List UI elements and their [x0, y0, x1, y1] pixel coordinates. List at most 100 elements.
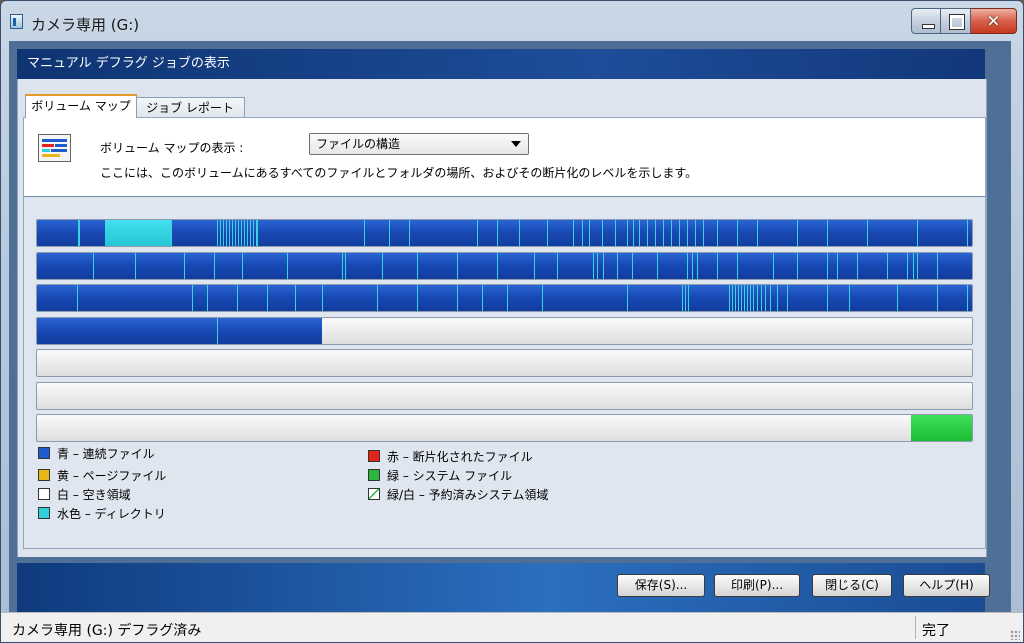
- directory-tick: [457, 252, 458, 279]
- directory-tick: [223, 220, 224, 246]
- directory-tick: [226, 220, 227, 246]
- volume-map-row: [36, 219, 973, 247]
- directory-tick: [717, 220, 718, 246]
- directory-tick: [409, 220, 410, 246]
- directory-tick: [735, 285, 736, 311]
- directory-tick: [364, 220, 365, 246]
- volume-map: [36, 219, 973, 447]
- legend-swatch: [38, 507, 50, 519]
- help-button[interactable]: ヘルプ(H): [903, 574, 990, 597]
- directory-tick: [345, 252, 346, 279]
- system-files-segment: [911, 415, 972, 441]
- status-divider: [915, 616, 916, 639]
- contiguous-files-segment: [37, 220, 972, 246]
- contiguous-files-segment: [37, 252, 972, 279]
- directory-tick: [917, 252, 918, 279]
- directory-tick: [322, 285, 323, 311]
- directory-tick: [542, 285, 543, 311]
- minimize-button[interactable]: [911, 8, 941, 34]
- legend-item: 緑 – システム ファイル: [368, 469, 512, 483]
- directory-tick: [741, 285, 742, 311]
- print-button[interactable]: 印刷(P)...: [714, 574, 800, 597]
- directory-tick: [685, 285, 686, 311]
- close-window-button[interactable]: ✕: [971, 8, 1017, 34]
- legend-item: 赤 – 断片化されたファイル: [368, 450, 533, 464]
- directory-tick: [597, 252, 598, 279]
- directory-tick: [217, 220, 218, 246]
- directory-tick: [244, 220, 245, 246]
- directory-tick: [342, 252, 343, 279]
- directory-tick: [247, 220, 248, 246]
- directory-tick: [657, 252, 658, 279]
- directory-tick: [687, 220, 688, 246]
- legend: 青 – 連続ファイル 黄 – ページファイル 白 – 空き領域 水色 – ディレ…: [38, 447, 968, 537]
- save-button[interactable]: 保存(S)...: [617, 574, 705, 597]
- directory-tick: [682, 285, 683, 311]
- tab-volume-map[interactable]: ボリューム マップ: [25, 94, 137, 118]
- directory-tick: [217, 317, 218, 344]
- directory-tick: [457, 285, 458, 311]
- directory-tick: [617, 252, 618, 279]
- window-icon: [10, 14, 23, 29]
- legend-item: 緑/白 – 予約済みシステム領域: [368, 488, 548, 502]
- volume-map-icon: [38, 134, 71, 162]
- directory-tick: [907, 252, 908, 279]
- legend-item: 白 – 空き領域: [38, 488, 131, 502]
- view-label: ボリューム マップの表示 :: [100, 141, 244, 155]
- directory-tick: [627, 220, 628, 246]
- maximize-button[interactable]: [941, 8, 971, 34]
- volume-map-row: [36, 284, 973, 312]
- tab-job-report[interactable]: ジョブ レポート: [135, 97, 245, 119]
- directory-tick: [632, 252, 633, 279]
- directory-tick: [770, 285, 771, 311]
- directory-tick: [267, 285, 268, 311]
- directory-tick: [737, 252, 738, 279]
- directory-tick: [639, 220, 640, 246]
- status-bar: カメラ専用 (G:) デフラグ済み 完了: [1, 612, 1023, 642]
- directory-tick: [967, 285, 968, 311]
- directory-tick: [827, 285, 828, 311]
- directory-tick: [615, 220, 616, 246]
- directory-tick: [687, 252, 688, 279]
- directory-tick: [937, 285, 938, 311]
- directory-tick: [477, 220, 478, 246]
- directory-tick: [671, 220, 672, 246]
- directory-tick: [192, 285, 193, 311]
- directory-tick: [573, 220, 574, 246]
- directory-tick: [692, 252, 693, 279]
- title-bar[interactable]: カメラ専用 (G:) ✕: [1, 1, 1023, 41]
- resize-grip[interactable]: [1010, 630, 1020, 640]
- directory-tick: [417, 285, 418, 311]
- directory-tick: [603, 252, 604, 279]
- directory-tick: [897, 285, 898, 311]
- legend-swatch: [368, 469, 380, 481]
- view-select[interactable]: ファイルの構造: [309, 133, 529, 155]
- volume-map-row: [36, 316, 973, 345]
- status-state: 完了: [922, 623, 950, 639]
- directory-tick: [214, 252, 215, 279]
- directory-tick: [135, 252, 136, 279]
- directory-tick: [77, 285, 78, 311]
- directory-tick: [867, 220, 868, 246]
- directory-tick: [757, 220, 758, 246]
- chevron-down-icon: [511, 141, 521, 147]
- directory-tick: [547, 220, 548, 246]
- directory-tick: [744, 285, 745, 311]
- directory-tick: [235, 220, 236, 246]
- close-button[interactable]: 閉じる(C): [812, 574, 892, 597]
- directory-tick: [382, 252, 383, 279]
- volume-map-row: [36, 251, 973, 280]
- directory-tick: [837, 252, 838, 279]
- directory-tick: [229, 220, 230, 246]
- directory-tick: [773, 252, 774, 279]
- directory-tick: [232, 220, 233, 246]
- status-text: カメラ専用 (G:) デフラグ済み: [12, 623, 202, 639]
- contiguous-files-segment: [37, 285, 972, 311]
- directory-tick: [827, 220, 828, 246]
- directory-tick: [679, 220, 680, 246]
- directory-tick: [519, 220, 520, 246]
- directory-tick: [497, 252, 498, 279]
- directory-tick: [777, 285, 778, 311]
- directory-tick: [913, 252, 914, 279]
- directory-tick: [738, 285, 739, 311]
